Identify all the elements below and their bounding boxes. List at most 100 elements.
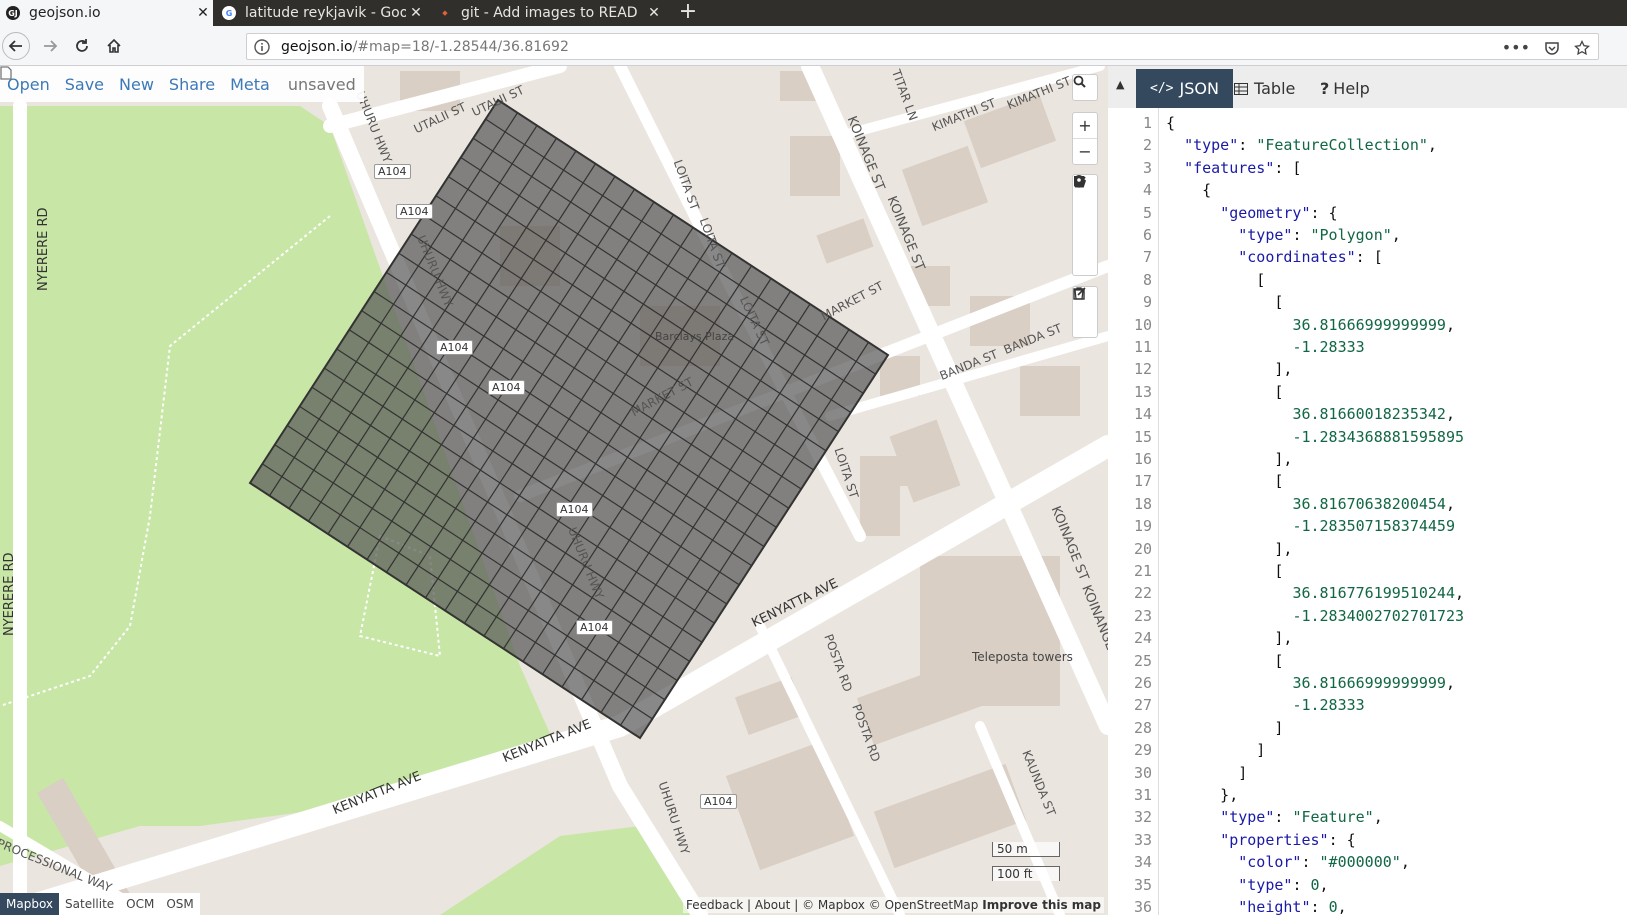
open-button[interactable]: Open — [7, 75, 50, 94]
code-text: ], — [1166, 450, 1293, 468]
forward-icon[interactable] — [36, 32, 64, 60]
line-number: 3 — [1142, 158, 1152, 177]
zoom-out-icon[interactable]: − — [1073, 139, 1097, 164]
close-tab-icon[interactable]: ✕ — [406, 5, 426, 21]
map-canvas[interactable]: UTALII ST UTALII ST UHURU HWY UHURU HWY … — [0, 66, 1108, 915]
git-favicon-icon: ◆ — [442, 9, 448, 17]
tab-help[interactable]: ? Help — [1306, 69, 1384, 108]
url-host: geojson.io — [281, 38, 353, 55]
line-number: 18 — [1133, 494, 1152, 513]
file-icon — [0, 66, 12, 80]
layer-ocm[interactable]: OCM — [120, 893, 161, 915]
line-number: 12 — [1133, 360, 1152, 379]
separator: | — [747, 898, 752, 912]
line-number: 16 — [1133, 450, 1152, 468]
line-number: 5 — [1142, 203, 1152, 222]
poi-label: Teleposta towers — [972, 650, 1073, 664]
back-icon[interactable] — [2, 32, 30, 60]
zoom-in-icon[interactable]: + — [1073, 113, 1097, 139]
draw-polygon-icon[interactable] — [1073, 176, 1097, 225]
tab-json[interactable]: </> JSON — [1136, 69, 1233, 108]
line-number: 26 — [1133, 674, 1152, 692]
collapse-panel-icon[interactable]: ▲ — [1116, 78, 1124, 91]
draw-marker-icon[interactable] — [1073, 175, 1097, 275]
code-text: ] — [1166, 741, 1266, 760]
code-text: [ — [1166, 293, 1284, 312]
code-text: 36.81660018235342, — [1292, 405, 1455, 424]
code-text: -1.2834368881595895 — [1292, 427, 1465, 446]
about-link[interactable]: About — [755, 898, 790, 912]
share-button[interactable]: Share — [169, 75, 215, 94]
new-tab-icon[interactable]: + — [670, 0, 706, 26]
code-text: [ — [1166, 562, 1284, 580]
new-button[interactable]: New — [119, 75, 154, 94]
line-number: 14 — [1133, 405, 1152, 424]
code-text: 36.81666999999999, — [1292, 315, 1455, 334]
search-icon[interactable] — [1073, 75, 1097, 100]
tab-table[interactable]: Table — [1220, 69, 1309, 108]
code-text: "coordinates": [ — [1238, 248, 1383, 267]
browser-tab-title: latitude reykjavik - Goog — [245, 5, 406, 21]
browser-tab-title: git - Add images to READ — [461, 5, 638, 21]
file-status: unsaved — [0, 66, 356, 94]
close-tab-icon[interactable]: ✕ — [644, 5, 664, 21]
close-tab-icon[interactable]: ✕ — [193, 5, 213, 21]
question-icon: ? — [1320, 79, 1330, 98]
code-icon: </> — [1150, 81, 1174, 96]
line-number: 20 — [1133, 539, 1152, 558]
line-number: 29 — [1133, 741, 1152, 760]
layer-mapbox[interactable]: Mapbox — [0, 893, 60, 915]
line-number: 11 — [1133, 338, 1152, 356]
browser-nav-bar: geojson.io/#map=18/-1.28544/36.81692 ••• — [0, 26, 1627, 66]
line-number: 15 — [1133, 427, 1152, 446]
bookmark-star-icon[interactable] — [1574, 39, 1590, 56]
file-status-label: unsaved — [287, 74, 356, 94]
zoom-control: + − — [1072, 112, 1098, 165]
osm-link[interactable]: © OpenStreetMap — [869, 898, 979, 912]
info-icon[interactable] — [253, 38, 271, 56]
browser-tab-git[interactable]: ◆ git - Add images to READ ✕ — [432, 0, 664, 26]
pocket-icon[interactable] — [1544, 40, 1560, 56]
code-text: ], — [1166, 539, 1293, 558]
code-text: { — [1166, 114, 1176, 132]
map-background — [0, 66, 1108, 915]
line-number: 35 — [1133, 875, 1152, 894]
code-text: ] — [1166, 718, 1284, 737]
code-text: -1.283507158374459 — [1292, 517, 1455, 536]
delete-layers-icon[interactable] — [1073, 287, 1097, 337]
improve-map-link[interactable]: Improve this map — [982, 898, 1101, 912]
save-button[interactable]: Save — [65, 75, 104, 94]
line-number: 13 — [1133, 382, 1152, 401]
meta-button[interactable]: Meta — [230, 75, 270, 94]
browser-tab-geojson[interactable]: GJ geojson.io ✕ — [0, 0, 213, 26]
edit-toolbar — [1072, 286, 1098, 338]
line-number: 24 — [1133, 629, 1152, 648]
draw-rectangle-icon[interactable] — [1073, 176, 1097, 250]
tab-json-label: JSON — [1179, 79, 1219, 98]
line-number: 6 — [1142, 226, 1152, 244]
url-bar[interactable]: geojson.io/#map=18/-1.28544/36.81692 ••• — [246, 33, 1599, 60]
scale-imperial: 100 ft — [992, 866, 1060, 881]
search-control[interactable] — [1072, 74, 1098, 101]
poi-label: Barclays Plaza — [655, 330, 735, 343]
side-panel: ▲ </> JSON Table ? Help 1 {2 "type": "Fea… — [1108, 66, 1627, 916]
code-text: "type": "Polygon", — [1238, 226, 1401, 244]
line-number: 1 — [1142, 114, 1152, 132]
line-number: 28 — [1133, 718, 1152, 737]
tab-help-label: Help — [1333, 79, 1370, 98]
more-actions-icon[interactable]: ••• — [1502, 38, 1530, 57]
json-editor[interactable]: 1 {2 "type": "FeatureCollection", 3 "featu… — [1108, 108, 1627, 916]
layer-osm[interactable]: OSM — [160, 893, 200, 915]
mapbox-link[interactable]: © Mapbox — [802, 898, 865, 912]
code-text: "features": [ — [1184, 158, 1302, 177]
line-number: 23 — [1133, 606, 1152, 625]
reload-icon[interactable] — [68, 32, 96, 60]
line-number: 4 — [1142, 181, 1152, 200]
line-number: 7 — [1142, 248, 1152, 267]
line-number: 21 — [1133, 562, 1152, 580]
browser-tab-google[interactable]: G latitude reykjavik - Goog ✕ — [216, 0, 426, 26]
layer-satellite[interactable]: Satellite — [59, 893, 121, 915]
code-text: [ — [1166, 651, 1284, 670]
feedback-link[interactable]: Feedback — [686, 898, 743, 912]
home-icon[interactable] — [100, 32, 128, 60]
